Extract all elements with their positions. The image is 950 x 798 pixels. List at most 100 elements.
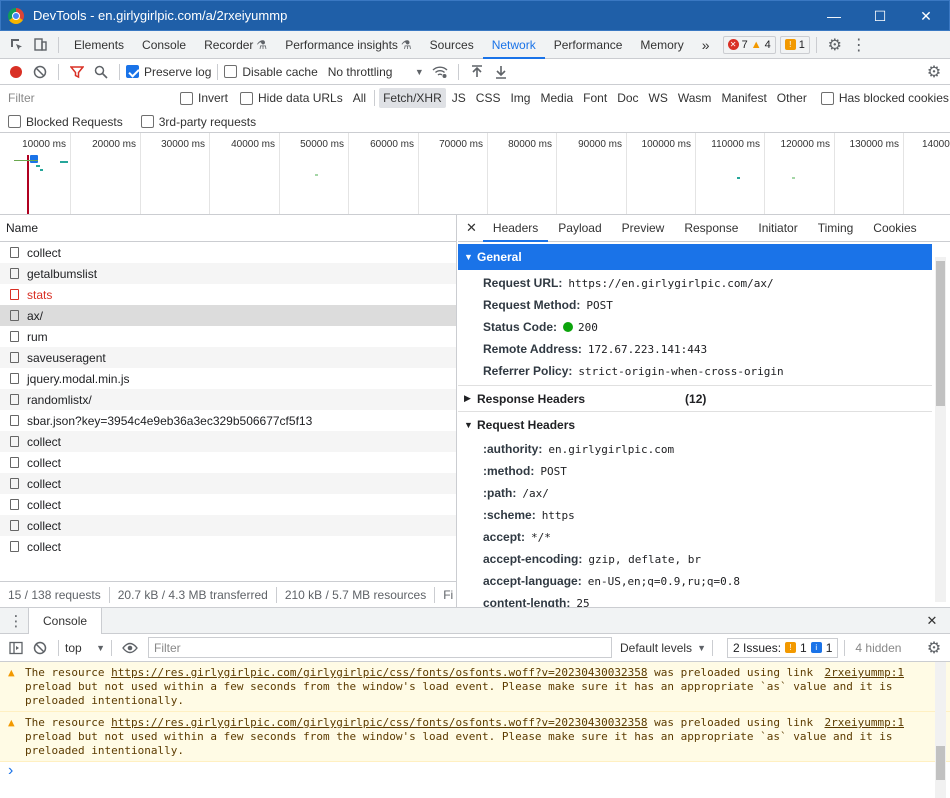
has-blocked-cookies-check[interactable] [820, 91, 834, 105]
close-window-button[interactable]: ✕ [903, 1, 949, 31]
request-row[interactable]: collect [0, 494, 456, 515]
tab-response[interactable]: Response [674, 215, 748, 242]
tab-preview[interactable]: Preview [612, 215, 675, 242]
inspect-element-icon[interactable] [4, 33, 28, 57]
tab-performance[interactable]: Performance [545, 31, 632, 59]
tab-network[interactable]: Network [482, 31, 545, 59]
live-expression-eye-icon[interactable] [118, 636, 142, 660]
filter-type-js[interactable]: JS [448, 88, 470, 108]
header-value[interactable]: strict-origin-when-cross-origin [578, 365, 783, 378]
filter-type-all[interactable]: All [349, 88, 370, 108]
header-value[interactable]: 25 [576, 597, 589, 608]
disable-cache-checkbox[interactable]: Disable cache [224, 65, 318, 79]
filter-type-ws[interactable]: WS [645, 88, 672, 108]
console-scrollbar[interactable] [935, 662, 946, 798]
preserve-log-checkbox[interactable]: Preserve log [126, 65, 211, 79]
tab-console[interactable]: Console [133, 31, 195, 59]
issues-badge[interactable]: ! 1 [779, 35, 810, 54]
response-headers-section-header[interactable]: ▶ Response Headers (12) [458, 386, 932, 412]
search-icon[interactable] [89, 60, 113, 84]
header-value[interactable]: /ax/ [522, 487, 549, 500]
filter-type-css[interactable]: CSS [472, 88, 505, 108]
console-settings-gear-icon[interactable]: ⚙ [922, 636, 946, 660]
request-headers-section-header[interactable]: ▼ Request Headers [458, 412, 950, 438]
third-party-requests-checkbox[interactable]: 3rd-party requests [140, 115, 256, 129]
drawer-menu-icon[interactable]: ⋮ [4, 609, 28, 633]
clear-icon[interactable] [28, 60, 52, 84]
tab-sources[interactable]: Sources [421, 31, 483, 59]
request-row[interactable]: sbar.json?key=3954c4e9eb36a3ec329b506677… [0, 410, 456, 431]
request-row[interactable]: getalbumslist [0, 263, 456, 284]
details-scrollbar-thumb[interactable] [936, 261, 945, 406]
filter-input[interactable]: Filter [4, 88, 168, 108]
filter-type-media[interactable]: Media [536, 88, 577, 108]
drawer-tab-console[interactable]: Console [28, 607, 103, 634]
console-sidebar-icon[interactable] [4, 636, 28, 660]
errors-warnings-badge[interactable]: ✕ 7 ▲ 4 [722, 35, 776, 54]
request-row[interactable]: collect [0, 473, 456, 494]
request-row[interactable]: collect [0, 242, 456, 263]
tab-headers[interactable]: Headers [482, 215, 549, 242]
minimize-button[interactable]: — [811, 1, 857, 31]
import-har-icon[interactable] [465, 60, 489, 84]
close-drawer-button[interactable]: ✕ [920, 609, 944, 633]
third-party-requests-check[interactable] [140, 115, 154, 128]
preserve-log-check[interactable] [126, 65, 139, 78]
request-row[interactable]: rum [0, 326, 456, 347]
request-row[interactable]: collect [0, 536, 456, 557]
tab-payload[interactable]: Payload [548, 215, 611, 242]
request-row[interactable]: ax/ [0, 305, 456, 326]
request-row[interactable]: collect [0, 452, 456, 473]
header-value[interactable]: https [542, 509, 575, 522]
console-prompt[interactable]: › [0, 762, 950, 780]
filter-type-font[interactable]: Font [579, 88, 611, 108]
tab-initiator[interactable]: Initiator [748, 215, 807, 242]
device-toolbar-icon[interactable] [28, 33, 52, 57]
network-conditions-icon[interactable] [428, 60, 452, 84]
message-source-link[interactable]: 2rxeiyummp:1 [825, 666, 904, 680]
record-button[interactable] [4, 60, 28, 84]
tab-recorder[interactable]: Recorder ⚗ [195, 31, 276, 59]
filter-type-manifest[interactable]: Manifest [717, 88, 770, 108]
tab-cookies[interactable]: Cookies [863, 215, 926, 242]
tab-memory[interactable]: Memory [631, 31, 692, 59]
resource-url-link[interactable]: https://res.girlygirlpic.com/girlygirlpi… [111, 666, 647, 679]
tab-elements[interactable]: Elements [65, 31, 133, 59]
request-row[interactable]: collect [0, 515, 456, 536]
console-filter-input[interactable]: Filter [148, 637, 612, 658]
close-details-button[interactable]: ✕ [458, 215, 483, 242]
request-row[interactable]: randomlistx/ [0, 389, 456, 410]
hide-data-urls-checkbox[interactable]: Hide data URLs [240, 91, 343, 105]
blocked-requests-checkbox[interactable]: Blocked Requests [8, 115, 123, 129]
invert-checkbox[interactable]: Invert [180, 91, 228, 105]
name-column-header[interactable]: Name [0, 215, 456, 242]
header-value[interactable]: https://en.girlygirlpic.com/ax/ [568, 277, 773, 290]
request-row[interactable]: stats [0, 284, 456, 305]
throttling-select[interactable]: No throttling ▼ [328, 65, 424, 79]
maximize-button[interactable]: ☐ [857, 1, 903, 31]
invert-check[interactable] [180, 91, 193, 105]
log-levels-select[interactable]: Default levels ▼ [620, 641, 706, 655]
settings-gear-icon[interactable]: ⚙ [823, 33, 847, 57]
header-value[interactable]: gzip, deflate, br [588, 553, 701, 566]
more-options-icon[interactable]: ⋮ [847, 33, 871, 57]
filter-type-other[interactable]: Other [773, 88, 811, 108]
request-row[interactable]: collect [0, 431, 456, 452]
console-scrollbar-thumb[interactable] [936, 746, 945, 780]
console-issues-button[interactable]: 2 Issues: ! 1 i1 [727, 637, 839, 658]
header-value[interactable]: 172.67.223.141:443 [588, 343, 707, 356]
network-settings-gear-icon[interactable]: ⚙ [922, 60, 946, 84]
tab-performance-insights[interactable]: Performance insights ⚗ [276, 31, 420, 59]
request-row[interactable]: jquery.modal.min.js [0, 368, 456, 389]
details-scrollbar[interactable] [935, 257, 946, 602]
clear-console-icon[interactable] [28, 636, 52, 660]
filter-funnel-icon[interactable] [65, 60, 89, 84]
header-value[interactable]: en.girlygirlpic.com [548, 443, 674, 456]
filter-type-doc[interactable]: Doc [613, 88, 642, 108]
header-value[interactable]: POST [540, 465, 567, 478]
network-overview-timeline[interactable]: 10000 ms 20000 ms 30000 ms 40000 ms 50000 ms… [0, 133, 950, 215]
request-row[interactable]: saveuseragent [0, 347, 456, 368]
has-blocked-cookies-checkbox[interactable]: Has blocked cookies [820, 91, 949, 105]
filter-type-wasm[interactable]: Wasm [674, 88, 716, 108]
resource-url-link[interactable]: https://res.girlygirlpic.com/girlygirlpi… [111, 716, 647, 729]
